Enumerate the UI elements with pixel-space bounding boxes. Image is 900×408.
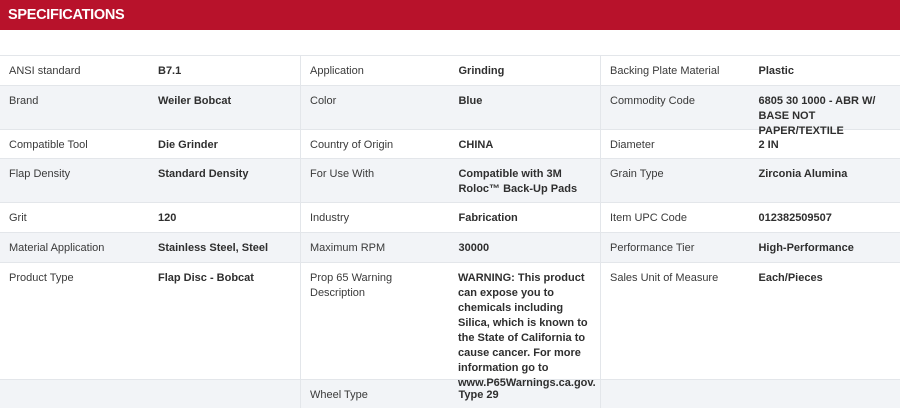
- spec-value: [750, 380, 900, 408]
- spec-label: Wheel Type: [310, 389, 368, 401]
- spec-label: Grain Type: [610, 168, 664, 180]
- spec-label: Flap Density: [9, 168, 71, 180]
- specifications-table: ANSI standard B7.1 Application Grinding …: [0, 56, 900, 408]
- spec-cell: Diameter 2 IN: [600, 130, 900, 158]
- spec-label: Performance Tier: [610, 242, 695, 254]
- spec-value: Plastic: [758, 65, 794, 77]
- spec-cell: Product Type Flap Disc - Bobcat: [0, 263, 300, 379]
- spec-label: Sales Unit of Measure: [610, 272, 719, 284]
- spec-cell: Brand Weiler Bobcat: [0, 86, 300, 129]
- spec-label: Country of Origin: [310, 139, 394, 151]
- spec-value: 120: [158, 212, 177, 224]
- spec-cell: Performance Tier High-Performance: [600, 233, 900, 262]
- spec-cell: Flap Density Standard Density: [0, 159, 300, 202]
- spec-value: Stainless Steel, Steel: [158, 242, 269, 254]
- spec-label: Diameter: [610, 139, 655, 151]
- spec-label: Backing Plate Material: [610, 65, 720, 77]
- table-row: Material Application Stainless Steel, St…: [0, 233, 900, 263]
- spec-value: 6805 30 1000 - ABR W/ BASE NOT PAPER/TEX…: [758, 95, 876, 137]
- spec-cell: Color Blue: [300, 86, 600, 129]
- spec-value: Weiler Bobcat: [158, 95, 232, 107]
- spec-cell: For Use With Compatible with 3M Roloc™ B…: [300, 159, 600, 202]
- spec-cell: Prop 65 Warning Description WARNING: Thi…: [300, 263, 600, 389]
- spec-cell: ANSI standard B7.1: [0, 56, 300, 85]
- table-row: Brand Weiler Bobcat Color Blue Commodity…: [0, 86, 900, 137]
- spec-value: Each/Pieces: [758, 272, 823, 284]
- spec-cell: Item UPC Code 012382509507: [600, 203, 900, 232]
- spec-label: Brand: [9, 95, 39, 107]
- spec-value: Type 29: [458, 389, 499, 401]
- spec-label: Prop 65 Warning Description: [310, 272, 393, 299]
- spec-label: Commodity Code: [610, 95, 695, 107]
- spec-label: [601, 380, 750, 408]
- spec-cell: Industry Fabrication: [300, 203, 600, 232]
- spec-value: [150, 380, 300, 408]
- spec-value: CHINA: [458, 139, 494, 151]
- spec-value: Die Grinder: [158, 139, 218, 151]
- section-title: SPECIFICATIONS: [8, 7, 125, 23]
- spec-cell: Grit 120: [0, 203, 300, 232]
- spec-cell: Country of Origin CHINA: [300, 130, 600, 158]
- spec-value: Zirconia Alumina: [758, 168, 848, 180]
- spec-cell: Compatible Tool Die Grinder: [0, 130, 300, 158]
- spec-value: Grinding: [458, 65, 505, 77]
- spec-label: Maximum RPM: [310, 242, 386, 254]
- spec-label: Material Application: [9, 242, 105, 254]
- table-row: Compatible Tool Die Grinder Country of O…: [0, 130, 900, 159]
- spacer: [0, 30, 900, 56]
- spec-value: B7.1: [158, 65, 182, 77]
- spec-label: ANSI standard: [9, 65, 81, 77]
- spec-label: Compatible Tool: [9, 139, 88, 151]
- spec-value: Compatible with 3M Roloc™ Back-Up Pads: [458, 168, 578, 195]
- table-row: Flap Density Standard Density For Use Wi…: [0, 159, 900, 203]
- spec-value: 012382509507: [758, 212, 832, 224]
- spec-cell: [600, 380, 900, 408]
- spec-label: Grit: [9, 212, 27, 224]
- spec-cell: Sales Unit of Measure Each/Pieces: [600, 263, 900, 379]
- spec-cell: Grain Type Zirconia Alumina: [600, 159, 900, 202]
- specifications-header: SPECIFICATIONS: [0, 0, 900, 30]
- table-row: Grit 120 Industry Fabrication Item UPC C…: [0, 203, 900, 233]
- spec-label: Product Type: [9, 272, 74, 284]
- spec-cell: Material Application Stainless Steel, St…: [0, 233, 300, 262]
- spec-value: 2 IN: [758, 139, 779, 151]
- spec-label: For Use With: [310, 168, 375, 180]
- spec-label: [0, 380, 150, 408]
- table-row: Product Type Flap Disc - Bobcat Prop 65 …: [0, 263, 900, 389]
- table-row: Wheel Type Type 29: [0, 380, 900, 408]
- spec-value: WARNING: This product can expose you to …: [458, 272, 596, 389]
- spec-value: Standard Density: [158, 168, 249, 180]
- spec-value: Blue: [458, 95, 483, 107]
- spec-cell: Application Grinding: [300, 56, 600, 85]
- spec-cell: Maximum RPM 30000: [300, 233, 600, 262]
- spec-value: Flap Disc - Bobcat: [158, 272, 254, 284]
- spec-label: Industry: [310, 212, 350, 224]
- spec-label: Application: [310, 65, 364, 77]
- table-row: ANSI standard B7.1 Application Grinding …: [0, 56, 900, 86]
- spec-label: Color: [310, 95, 337, 107]
- spec-cell: Backing Plate Material Plastic: [600, 56, 900, 85]
- spec-cell: Commodity Code 6805 30 1000 - ABR W/ BAS…: [600, 86, 900, 137]
- spec-cell: [0, 380, 300, 408]
- spec-label: Item UPC Code: [610, 212, 688, 224]
- spec-value: High-Performance: [758, 242, 854, 254]
- spec-value: 30000: [458, 242, 490, 254]
- spec-cell: Wheel Type Type 29: [300, 380, 600, 408]
- spec-value: Fabrication: [458, 212, 518, 224]
